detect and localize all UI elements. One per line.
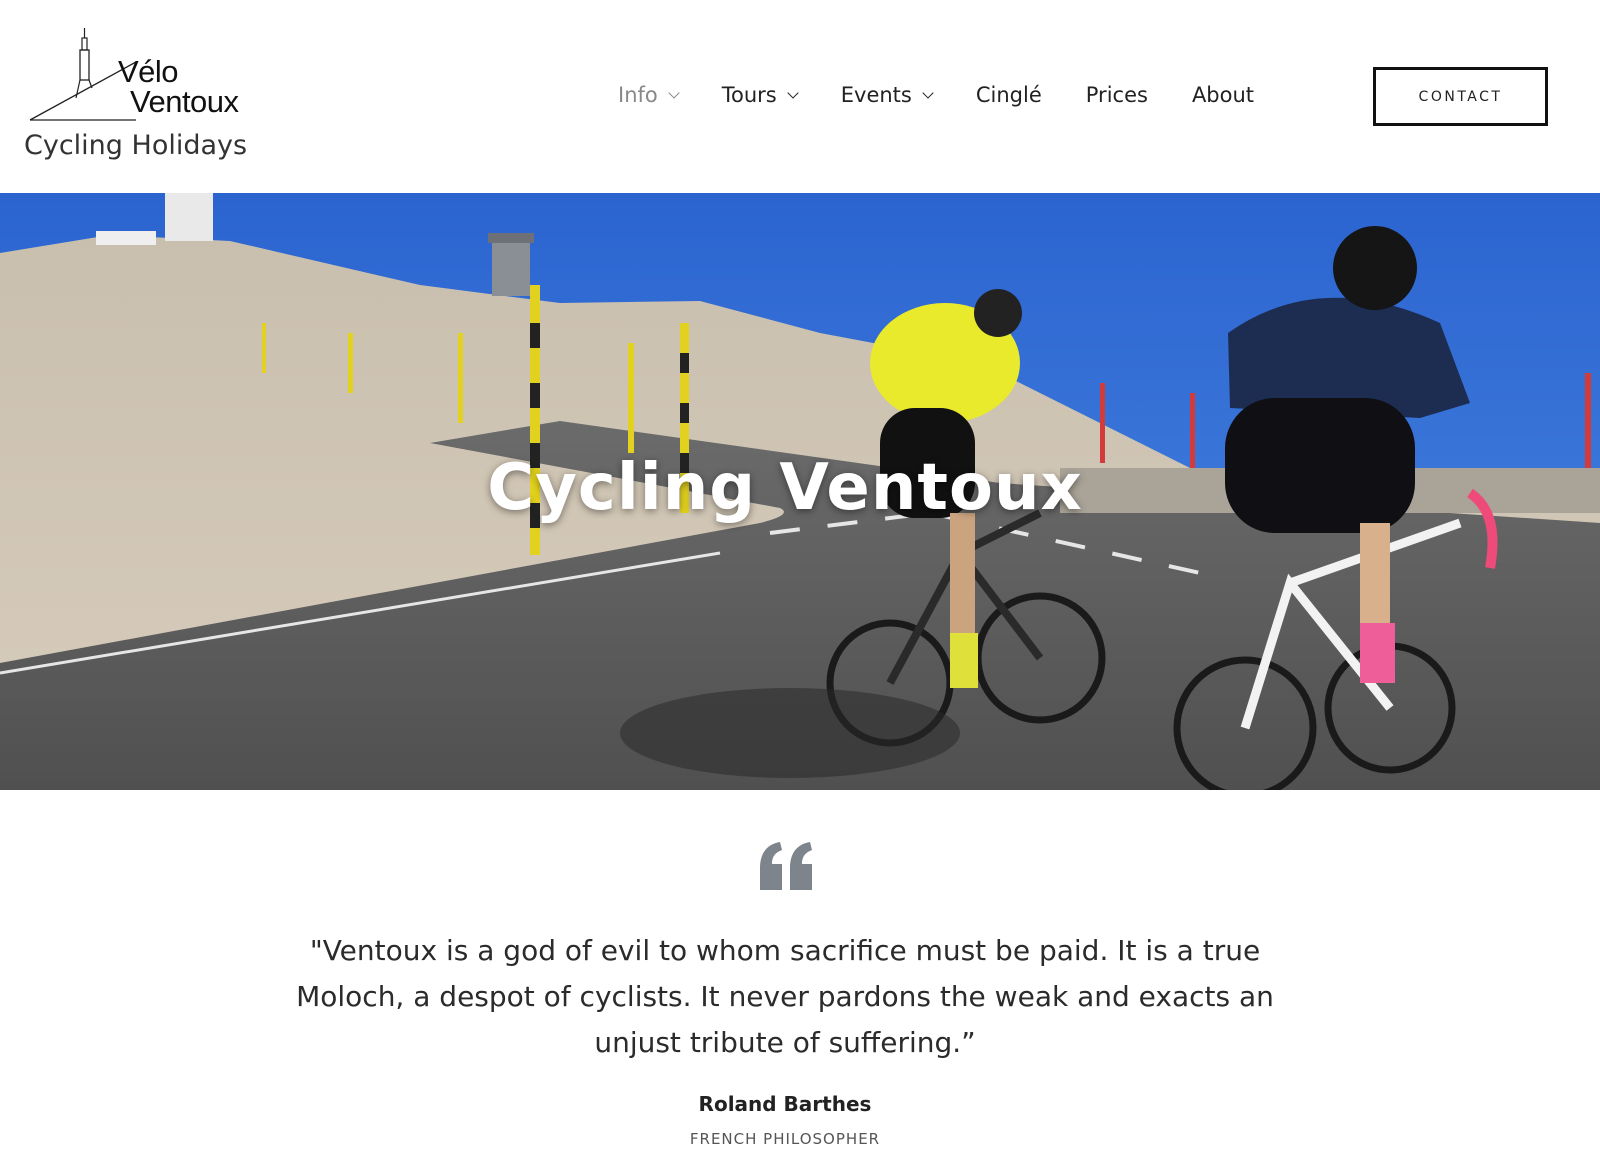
quote-author: Roland Barthes (698, 1092, 872, 1116)
chevron-down-icon (787, 87, 799, 99)
quote-text: "Ventoux is a god of evil to whom sacrif… (296, 934, 1274, 1059)
nav-item-label: Info (618, 83, 658, 107)
contact-button[interactable]: CONTACT (1373, 67, 1548, 126)
chevron-down-icon (668, 87, 680, 99)
nav-item-label: Prices (1085, 83, 1148, 107)
nav-item-label: About (1191, 83, 1255, 107)
nav-item-label: Cinglé (975, 83, 1042, 107)
nav-item-prices[interactable]: Prices (1086, 83, 1148, 107)
quote-mark-icon (760, 842, 812, 890)
quote-author-role: FRENCH PHILOSOPHER (689, 1130, 881, 1148)
nav-item-info[interactable]: Info (618, 83, 680, 107)
nav-item-events[interactable]: Events (840, 83, 934, 107)
main-nav: Info Tours Events Cinglé Prices About (618, 80, 1298, 110)
nav-item-label: Tours (721, 83, 777, 107)
nav-item-cingle[interactable]: Cinglé (976, 83, 1042, 107)
nav-item-tours[interactable]: Tours (721, 83, 799, 107)
logo-line-ventoux: Ventoux (130, 84, 239, 119)
logo-tagline: Cycling Holidays (24, 130, 248, 161)
site-header: Vélo Ventoux Cycling Holidays Info Tours… (0, 0, 1600, 193)
nav-item-label: Events (840, 83, 912, 107)
nav-item-about[interactable]: About (1192, 83, 1254, 107)
site-logo[interactable]: Vélo Ventoux Cycling Holidays (22, 26, 312, 176)
hero-title: Cycling Ventoux (487, 451, 1083, 525)
logo-line-velo: Vélo (118, 54, 179, 89)
chevron-down-icon (922, 87, 934, 99)
hero-banner: Cycling Ventoux (0, 193, 1600, 790)
